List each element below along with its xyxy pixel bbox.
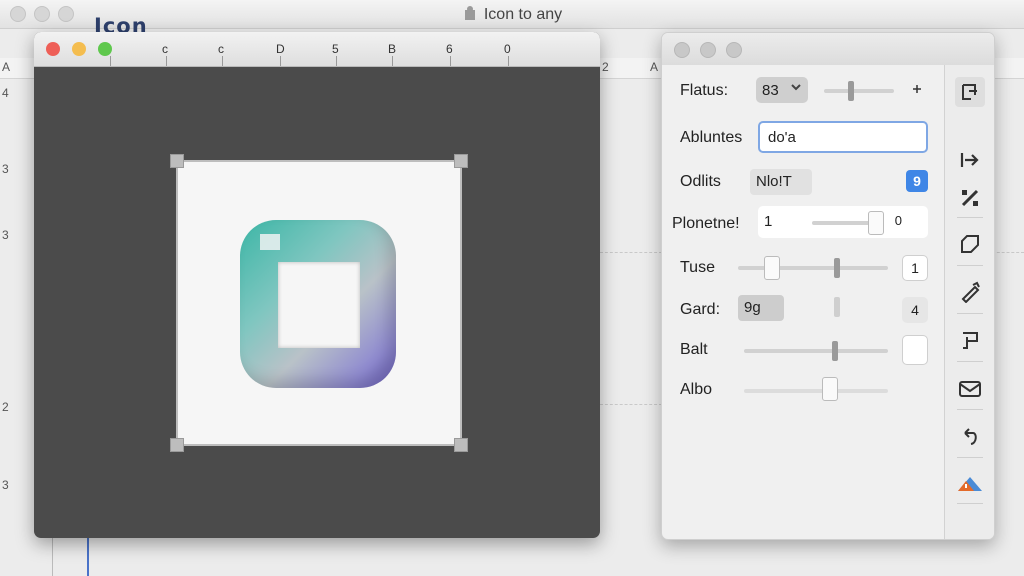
align-icon[interactable] [955,77,985,107]
inspector-panel: Flatus: 83 Abluntes do'a Odlits Nlo!T 9 … [661,32,995,540]
ruler-tick-mark [508,56,509,66]
app-icon-artwork[interactable] [240,220,396,388]
albo-slider-track[interactable] [744,389,888,393]
host-ruler-label: 2 [602,60,609,74]
close-button[interactable] [46,42,60,56]
odlits-badge[interactable]: 9 [906,170,928,192]
flatus-value: 83 [762,81,779,99]
host-ruler-label: A [2,60,11,74]
flatus-slider-knob[interactable] [848,81,854,101]
ruler-label: 6 [446,42,453,56]
tuse-slider-track[interactable] [738,266,888,270]
gard-value[interactable]: 9g [738,295,784,321]
gard-value-button[interactable]: 4 [902,297,928,323]
tool-separator [957,409,983,410]
balt-slider-knob[interactable] [832,341,838,361]
ruler-tick-mark [280,56,281,66]
ruler-tick-mark [222,56,223,66]
tuse-slider-knob[interactable] [764,256,780,280]
resize-handle-top-right[interactable] [454,154,468,168]
inspector-minimize-button[interactable] [700,42,716,58]
minimize-button[interactable] [72,42,86,56]
document-icon [462,5,478,26]
icon-highlight [260,234,280,250]
magic-wand-icon[interactable] [955,183,985,213]
chevron-down-icon [789,80,803,97]
tuse-value-button[interactable]: 1 [902,255,928,281]
host-window-title: Icon to any [0,5,1024,26]
gard-slider-marker[interactable] [834,297,840,317]
inspector-titlebar [662,33,994,65]
balt-color-well[interactable] [902,335,928,365]
warning-icon[interactable] [955,467,985,497]
arrow-right-icon[interactable] [955,145,985,175]
balt-label: Balt [680,341,708,358]
ruler-tick-mark [110,56,111,66]
abluntes-text-field[interactable]: do'a [758,121,928,153]
margin-label: 3 [2,478,9,492]
tuse-slider-marker[interactable] [834,258,840,278]
plonetne-label: Plonetne! [672,215,740,232]
plonetne-slider-knob[interactable] [868,211,884,235]
ruler-tick-mark [450,56,451,66]
ruler-label: c [218,42,224,56]
art-board[interactable] [170,154,468,452]
zoom-button[interactable] [98,42,112,56]
tool-separator [957,503,983,504]
resize-handle-top-left[interactable] [170,154,184,168]
odlits-value[interactable]: Nlo!T [750,169,812,195]
flatus-slider-track[interactable] [824,89,894,93]
flatus-dropdown[interactable]: 83 [756,77,808,103]
balt-slider-track[interactable] [744,349,888,353]
ruler-label: D [276,42,285,56]
margin-label: 3 [2,162,9,176]
resize-handle-bottom-right[interactable] [454,438,468,452]
tool-separator [957,313,983,314]
shape-icon[interactable] [955,229,985,259]
resize-handle-bottom-left[interactable] [170,438,184,452]
ruler-label: B [388,42,397,56]
tool-strip [944,65,994,539]
canvas-ruler: c c D 5 B 6 0 [34,32,600,67]
ruler-tick-mark [336,56,337,66]
icon-center-hole [278,262,360,348]
guide-line [992,252,1024,253]
margin-label: 4 [2,86,9,100]
guide-line [600,404,662,405]
odlits-label: Odlits [680,173,721,190]
tool-separator [957,457,983,458]
albo-slider-knob[interactable] [822,377,838,401]
host-titlebar: Icon to any [0,0,1024,29]
host-ruler-label: A [650,60,659,74]
margin-label: 3 [2,228,9,242]
pen-icon[interactable] [955,277,985,307]
inspector-close-button[interactable] [674,42,690,58]
vertical-ruler [52,536,89,576]
path-icon[interactable] [955,325,985,355]
tool-separator [957,361,983,362]
plus-icon[interactable] [912,81,922,97]
inspector-zoom-button[interactable] [726,42,742,58]
tool-separator [957,217,983,218]
mail-icon[interactable] [955,373,985,403]
ruler-tick-mark [166,56,167,66]
ruler-label: c [162,42,168,56]
albo-label: Albo [680,381,713,398]
guide-line [600,252,662,253]
undo-icon[interactable] [955,421,985,451]
host-title-text: Icon to any [483,6,563,23]
ruler-tick-mark [392,56,393,66]
canvas-window: c c D 5 B 6 0 [34,32,600,538]
plonetne-value: 1 [764,213,773,230]
gard-label: Gard: [680,301,721,318]
tuse-label: Tuse [680,259,715,276]
tool-separator [957,265,983,266]
margin-label: 2 [2,400,9,414]
flatus-label: Flatus: [680,82,729,99]
ruler-label: 0 [504,42,511,56]
plonetne-unit: 0 [894,213,902,228]
ruler-label: 5 [332,42,339,56]
abluntes-label: Abluntes [680,129,743,146]
